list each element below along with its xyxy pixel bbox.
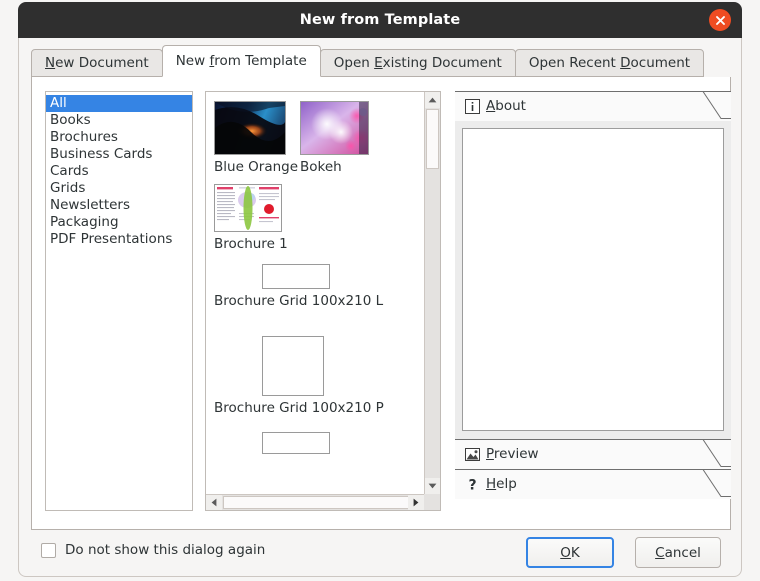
scroll-left-icon[interactable] [206,495,222,510]
tab-label: Open Existing Document [333,55,502,71]
cancel-button-label: Cancel [655,544,701,561]
svg-text:?: ? [468,477,476,492]
panel-slant-decoration [673,439,731,467]
category-item-pdf-presentations[interactable]: PDF Presentations [46,231,192,248]
panel-body-about [455,121,731,439]
template-item-brochure-grid-100x210-l[interactable]: Brochure Grid 100x210 L [214,264,383,309]
template-item-blue-orange[interactable]: Blue Orange [214,101,298,175]
tab-label: New from Template [175,53,307,69]
scrollbar-corner [424,494,440,510]
vertical-scrollbar-thumb[interactable] [426,109,439,169]
template-item-bokeh[interactable]: Bokeh [300,101,369,175]
template-item-partial[interactable] [262,432,330,454]
info-icon [464,98,480,114]
close-icon[interactable] [709,9,731,31]
category-item-packaging[interactable]: Packaging [46,214,192,231]
template-grid: Blue Orange Bokeh Brochure 1 Brochure Gr… [206,92,425,494]
template-label: Brochure Grid 100x210 P [214,400,384,416]
category-list[interactable]: All Books Brochures Business Cards Cards… [45,91,193,511]
title-bar: New from Template [18,2,742,38]
tab-open-existing-document[interactable]: Open Existing Document [319,49,516,77]
panel-slant-decoration [673,91,731,119]
dialog-window: New from Template New Document New from … [0,0,760,581]
template-thumbnail [262,336,324,396]
panel-slant-decoration [673,469,731,497]
tab-label: Open Recent Document [528,55,691,71]
category-item-newsletters[interactable]: Newsletters [46,197,192,214]
template-thumbnail [300,101,369,155]
category-item-business-cards[interactable]: Business Cards [46,146,192,163]
panel-title-about: About [486,98,526,114]
do-not-show-checkbox[interactable]: Do not show this dialog again [41,542,265,558]
panel-header-about[interactable]: About [455,91,731,121]
panel-divider [455,439,731,440]
ok-button[interactable]: OK [526,537,614,568]
category-item-brochures[interactable]: Brochures [46,129,192,146]
panel-title-help: Help [486,476,517,492]
panel-divider [455,469,731,470]
checkbox-label: Do not show this dialog again [65,542,266,558]
horizontal-scrollbar-thumb[interactable] [223,496,409,509]
about-text-area[interactable] [462,128,724,431]
template-thumbnail [262,432,330,454]
template-item-brochure-grid-100x210-p[interactable]: Brochure Grid 100x210 P [214,336,384,416]
panel-divider [455,91,731,92]
tab-new-from-template[interactable]: New from Template [161,45,321,77]
template-thumbnail [214,101,286,155]
category-item-cards[interactable]: Cards [46,163,192,180]
template-thumbnail [214,184,282,232]
question-mark-icon: ? [464,476,480,492]
template-list-pane: Blue Orange Bokeh Brochure 1 Brochure Gr… [205,91,441,511]
side-panel-group: About Preview ? Help [455,91,731,511]
window-title: New from Template [299,12,461,28]
horizontal-scrollbar[interactable] [206,494,440,510]
image-icon [464,446,480,462]
category-item-all[interactable]: All [46,95,192,112]
tab-label: New Document [45,55,149,71]
template-label: Brochure 1 [214,236,288,252]
ok-button-label: OK [560,544,580,561]
template-label: Bokeh [300,159,342,175]
template-label: Brochure Grid 100x210 L [214,293,384,309]
scroll-right-icon[interactable] [408,495,424,510]
tab-bar: New Document New from Template Open Exis… [19,45,743,77]
scroll-up-icon[interactable] [425,92,440,108]
scroll-down-icon[interactable] [425,478,440,494]
panel-header-help[interactable]: ? Help [455,469,731,499]
tab-open-recent-document[interactable]: Open Recent Document [514,49,705,77]
vertical-scrollbar[interactable] [424,92,440,494]
tab-new-document[interactable]: New Document [31,49,163,77]
panel-header-preview[interactable]: Preview [455,439,731,469]
template-item-brochure-1[interactable]: Brochure 1 [214,184,288,252]
category-item-grids[interactable]: Grids [46,180,192,197]
dialog-body: New Document New from Template Open Exis… [18,38,742,577]
template-label: Blue Orange [214,159,299,175]
category-item-books[interactable]: Books [46,112,192,129]
panel-title-preview: Preview [486,446,539,462]
cancel-button[interactable]: Cancel [635,537,721,568]
template-thumbnail [262,264,330,289]
checkbox-box[interactable] [41,542,56,558]
dialog-footer: Do not show this dialog again OK Cancel [19,529,743,576]
